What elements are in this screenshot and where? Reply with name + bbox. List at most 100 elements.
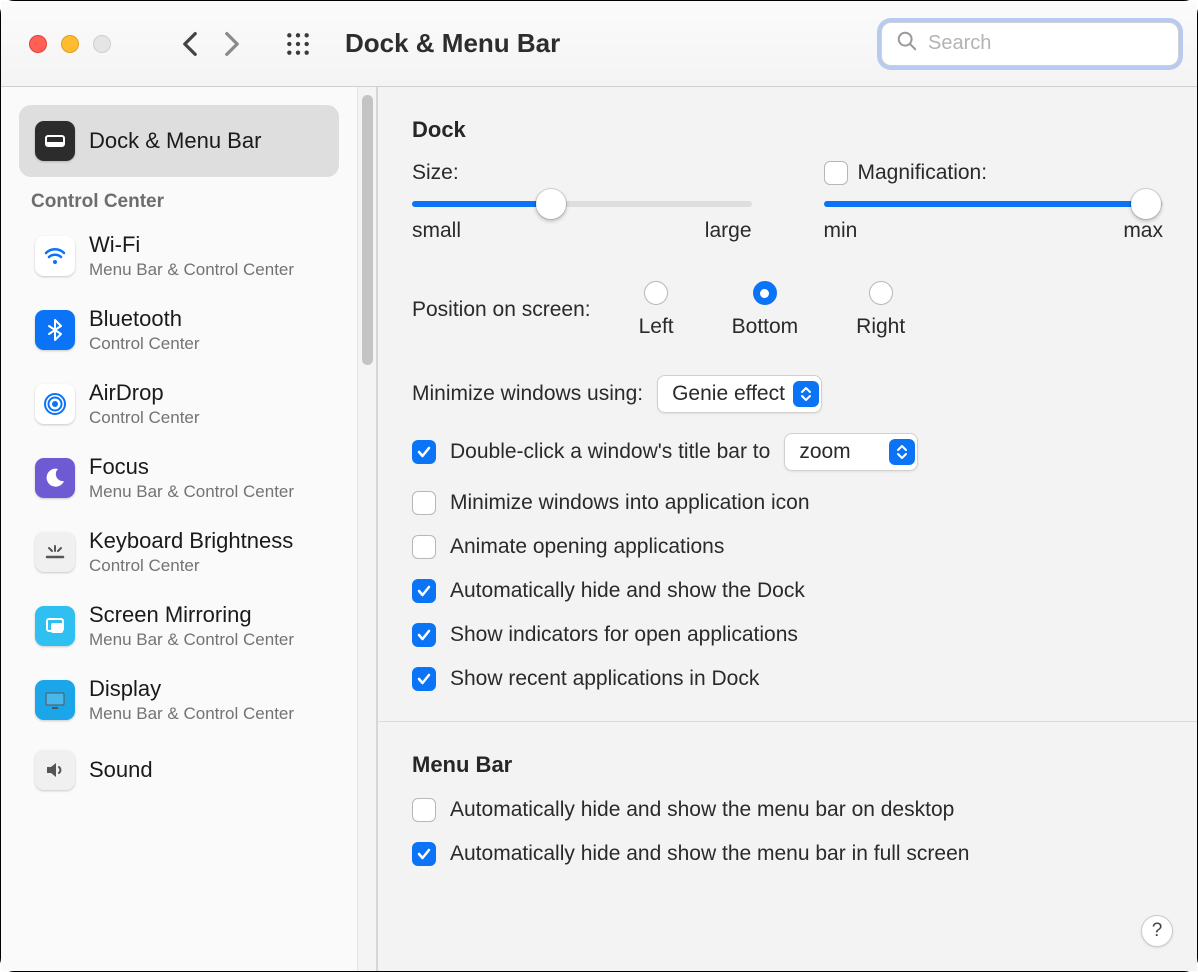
sidebar-item-label: Wi-Fi bbox=[89, 232, 294, 258]
menubar-option-checkbox[interactable] bbox=[412, 798, 436, 822]
menubar-option-checkbox[interactable] bbox=[412, 842, 436, 866]
position-right-radio[interactable] bbox=[869, 281, 893, 305]
magnification-label: Magnification: bbox=[858, 161, 988, 185]
close-window-button[interactable] bbox=[29, 35, 47, 53]
menubar-option-row: Automatically hide and show the menu bar… bbox=[412, 798, 1163, 822]
window-title: Dock & Menu Bar bbox=[345, 28, 560, 59]
position-bottom-radio[interactable] bbox=[753, 281, 777, 305]
sidebar-item-sub: Menu Bar & Control Center bbox=[89, 704, 294, 724]
dock-option-row: Animate opening applications bbox=[412, 535, 1163, 559]
dock-panel: Dock Size: small large Ma bbox=[378, 87, 1197, 722]
sidebar-item-sub: Control Center bbox=[89, 334, 200, 354]
focus-icon bbox=[35, 458, 75, 498]
magnification-slider-fill bbox=[824, 201, 1147, 207]
dock-option-checkbox[interactable] bbox=[412, 623, 436, 647]
sidebar-item-wifi[interactable]: Wi-FiMenu Bar & Control Center bbox=[19, 219, 339, 293]
dock-option-row: Minimize windows into application icon bbox=[412, 491, 1163, 515]
sidebar-item-label: Bluetooth bbox=[89, 306, 200, 332]
magnification-slider[interactable] bbox=[824, 201, 1164, 207]
dock-option-label: Show indicators for open applications bbox=[450, 623, 798, 647]
dock-option-label: Animate opening applications bbox=[450, 535, 724, 559]
dock-option-label: Show recent applications in Dock bbox=[450, 667, 759, 691]
dock-option-checkbox[interactable] bbox=[412, 579, 436, 603]
minimize-using-select[interactable]: Genie effect bbox=[657, 375, 822, 413]
sidebar-item-label: AirDrop bbox=[89, 380, 200, 406]
sidebar-item-label: Dock & Menu Bar bbox=[89, 128, 261, 154]
wifi-icon bbox=[35, 236, 75, 276]
dock-option-label: Automatically hide and show the Dock bbox=[450, 579, 805, 603]
keyboard-brightness-icon bbox=[35, 532, 75, 572]
bluetooth-icon bbox=[35, 310, 75, 350]
dock-heading: Dock bbox=[412, 117, 1163, 143]
screen-mirroring-icon bbox=[35, 606, 75, 646]
search-icon bbox=[896, 30, 918, 57]
position-right-label: Right bbox=[856, 315, 905, 339]
help-button[interactable]: ? bbox=[1141, 915, 1173, 947]
position-left-radio[interactable] bbox=[644, 281, 668, 305]
doubleclick-select[interactable]: zoom bbox=[784, 433, 917, 471]
forward-button[interactable] bbox=[215, 27, 249, 61]
dock-option-row: Show recent applications in Dock bbox=[412, 667, 1163, 691]
dock-option-row: Show indicators for open applications bbox=[412, 623, 1163, 647]
menubar-panel: Menu Bar Automatically hide and show the… bbox=[378, 722, 1197, 896]
size-label: Size: bbox=[412, 161, 459, 185]
back-button[interactable] bbox=[173, 27, 207, 61]
doubleclick-value: zoom bbox=[799, 440, 880, 464]
sidebar-item-sub: Control Center bbox=[89, 408, 200, 428]
size-min-label: small bbox=[412, 219, 461, 243]
sidebar-item-dock-menu-bar[interactable]: Dock & Menu Bar bbox=[19, 105, 339, 177]
dock-option-checkbox[interactable] bbox=[412, 491, 436, 515]
doubleclick-label: Double-click a window's title bar to bbox=[450, 440, 770, 464]
size-max-label: large bbox=[705, 219, 752, 243]
menubar-option-row: Automatically hide and show the menu bar… bbox=[412, 842, 1163, 866]
dock-option-checkbox[interactable] bbox=[412, 535, 436, 559]
sidebar-item-label: Focus bbox=[89, 454, 294, 480]
sidebar-item-bluetooth[interactable]: BluetoothControl Center bbox=[19, 293, 339, 367]
sidebar-item-sub: Menu Bar & Control Center bbox=[89, 630, 294, 650]
main-content: Dock Size: small large Ma bbox=[378, 87, 1197, 971]
sidebar-item-label: Screen Mirroring bbox=[89, 602, 294, 628]
dock-icon bbox=[35, 121, 75, 161]
sidebar-item-screen-mirroring[interactable]: Screen MirroringMenu Bar & Control Cente… bbox=[19, 589, 339, 663]
minimize-window-button[interactable] bbox=[61, 35, 79, 53]
sidebar-item-label: Display bbox=[89, 676, 294, 702]
doubleclick-checkbox[interactable] bbox=[412, 440, 436, 464]
sidebar-item-sub: Control Center bbox=[89, 556, 293, 576]
zoom-window-button[interactable] bbox=[93, 35, 111, 53]
sidebar-section-label: Control Center bbox=[1, 177, 357, 219]
menubar-heading: Menu Bar bbox=[412, 752, 1163, 778]
display-icon bbox=[35, 680, 75, 720]
sidebar-item-sub: Menu Bar & Control Center bbox=[89, 482, 294, 502]
size-slider[interactable] bbox=[412, 201, 752, 207]
sidebar-item-sub: Menu Bar & Control Center bbox=[89, 260, 294, 280]
sidebar: Dock & Menu Bar Control Center Wi-FiMenu… bbox=[1, 87, 378, 971]
menubar-option-label: Automatically hide and show the menu bar… bbox=[450, 842, 969, 866]
search-field-wrapper[interactable] bbox=[881, 22, 1179, 66]
scrollbar-thumb[interactable] bbox=[362, 95, 373, 365]
magnification-slider-thumb[interactable] bbox=[1131, 189, 1161, 219]
dock-option-checkbox[interactable] bbox=[412, 667, 436, 691]
sidebar-item-display[interactable]: DisplayMenu Bar & Control Center bbox=[19, 663, 339, 737]
sidebar-item-airdrop[interactable]: AirDropControl Center bbox=[19, 367, 339, 441]
sidebar-item-keyboard-brightness[interactable]: Keyboard BrightnessControl Center bbox=[19, 515, 339, 589]
search-input[interactable] bbox=[928, 32, 1164, 55]
mag-max-label: max bbox=[1123, 219, 1163, 243]
position-left-label: Left bbox=[639, 315, 674, 339]
mag-min-label: min bbox=[824, 219, 858, 243]
sidebar-item-label: Sound bbox=[89, 757, 153, 783]
sidebar-scrollbar[interactable] bbox=[357, 87, 377, 971]
window-controls bbox=[29, 35, 111, 53]
position-bottom-label: Bottom bbox=[732, 315, 799, 339]
sidebar-item-focus[interactable]: FocusMenu Bar & Control Center bbox=[19, 441, 339, 515]
size-slider-thumb[interactable] bbox=[536, 189, 566, 219]
show-all-prefs-button[interactable] bbox=[281, 27, 315, 61]
magnification-checkbox[interactable] bbox=[824, 161, 848, 185]
airdrop-icon bbox=[35, 384, 75, 424]
minimize-using-label: Minimize windows using: bbox=[412, 382, 643, 406]
dock-option-label: Minimize windows into application icon bbox=[450, 491, 810, 515]
sidebar-item-sound[interactable]: Sound bbox=[19, 737, 339, 803]
select-arrows-icon bbox=[889, 439, 915, 465]
minimize-using-value: Genie effect bbox=[672, 382, 785, 406]
window-toolbar: Dock & Menu Bar bbox=[1, 1, 1197, 87]
size-slider-fill bbox=[412, 201, 551, 207]
